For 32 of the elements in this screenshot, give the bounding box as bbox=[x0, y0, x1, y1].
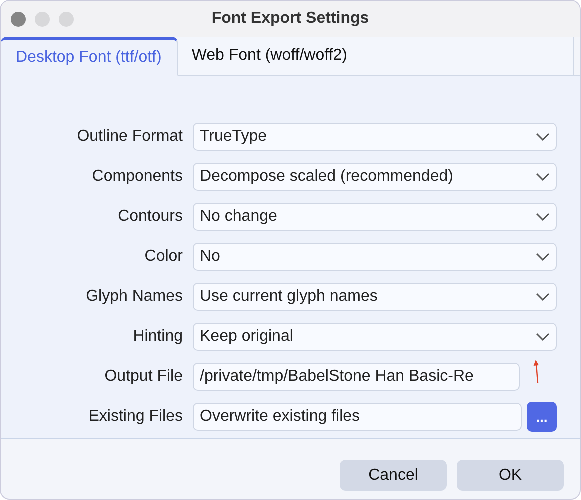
field-label: Outline Format bbox=[76, 128, 184, 146]
annotation-arrow bbox=[533, 360, 541, 384]
field-label: Color bbox=[144, 248, 184, 266]
field-label: Hinting bbox=[132, 328, 184, 346]
tab[interactable]: Web Font (woff/woff2) bbox=[178, 37, 574, 76]
chevron-icon bbox=[536, 133, 550, 141]
field-label: Glyph Names bbox=[85, 288, 184, 306]
chevron-icon bbox=[536, 253, 550, 261]
tab[interactable]: Desktop Font (ttf/otf) bbox=[1, 37, 178, 76]
dialog-button[interactable]: Cancel bbox=[340, 460, 447, 491]
chevron-icon bbox=[536, 293, 550, 301]
chevron-icon bbox=[536, 333, 550, 341]
field-label: Components bbox=[91, 168, 184, 186]
dropdown[interactable]: No bbox=[193, 243, 557, 271]
close-icon[interactable] bbox=[11, 12, 26, 26]
zoom-icon[interactable] bbox=[59, 12, 74, 26]
field-label: Existing Files bbox=[88, 408, 184, 426]
dropdown[interactable]: Decompose scaled (recommended) bbox=[193, 163, 557, 191]
dropdown[interactable]: No change bbox=[193, 203, 557, 231]
chevron-icon bbox=[536, 173, 550, 181]
field-label: Output File bbox=[104, 368, 184, 386]
dropdown[interactable]: Use current glyph names bbox=[193, 283, 557, 311]
window-title: Font Export Settings bbox=[212, 10, 370, 28]
input-field[interactable]: Overwrite existing files bbox=[193, 402, 522, 430]
dropdown[interactable]: TrueType bbox=[193, 123, 557, 151]
browse-button[interactable]: ... bbox=[527, 402, 557, 432]
chevron-icon bbox=[536, 213, 550, 221]
minimize-icon[interactable] bbox=[35, 12, 50, 26]
input-field[interactable]: /private/tmp/BabelStone Han Basic-Re bbox=[193, 363, 520, 391]
field-label: Contours bbox=[117, 208, 184, 226]
dropdown[interactable]: Keep original bbox=[193, 323, 557, 351]
dialog-button[interactable]: OK bbox=[457, 460, 564, 491]
